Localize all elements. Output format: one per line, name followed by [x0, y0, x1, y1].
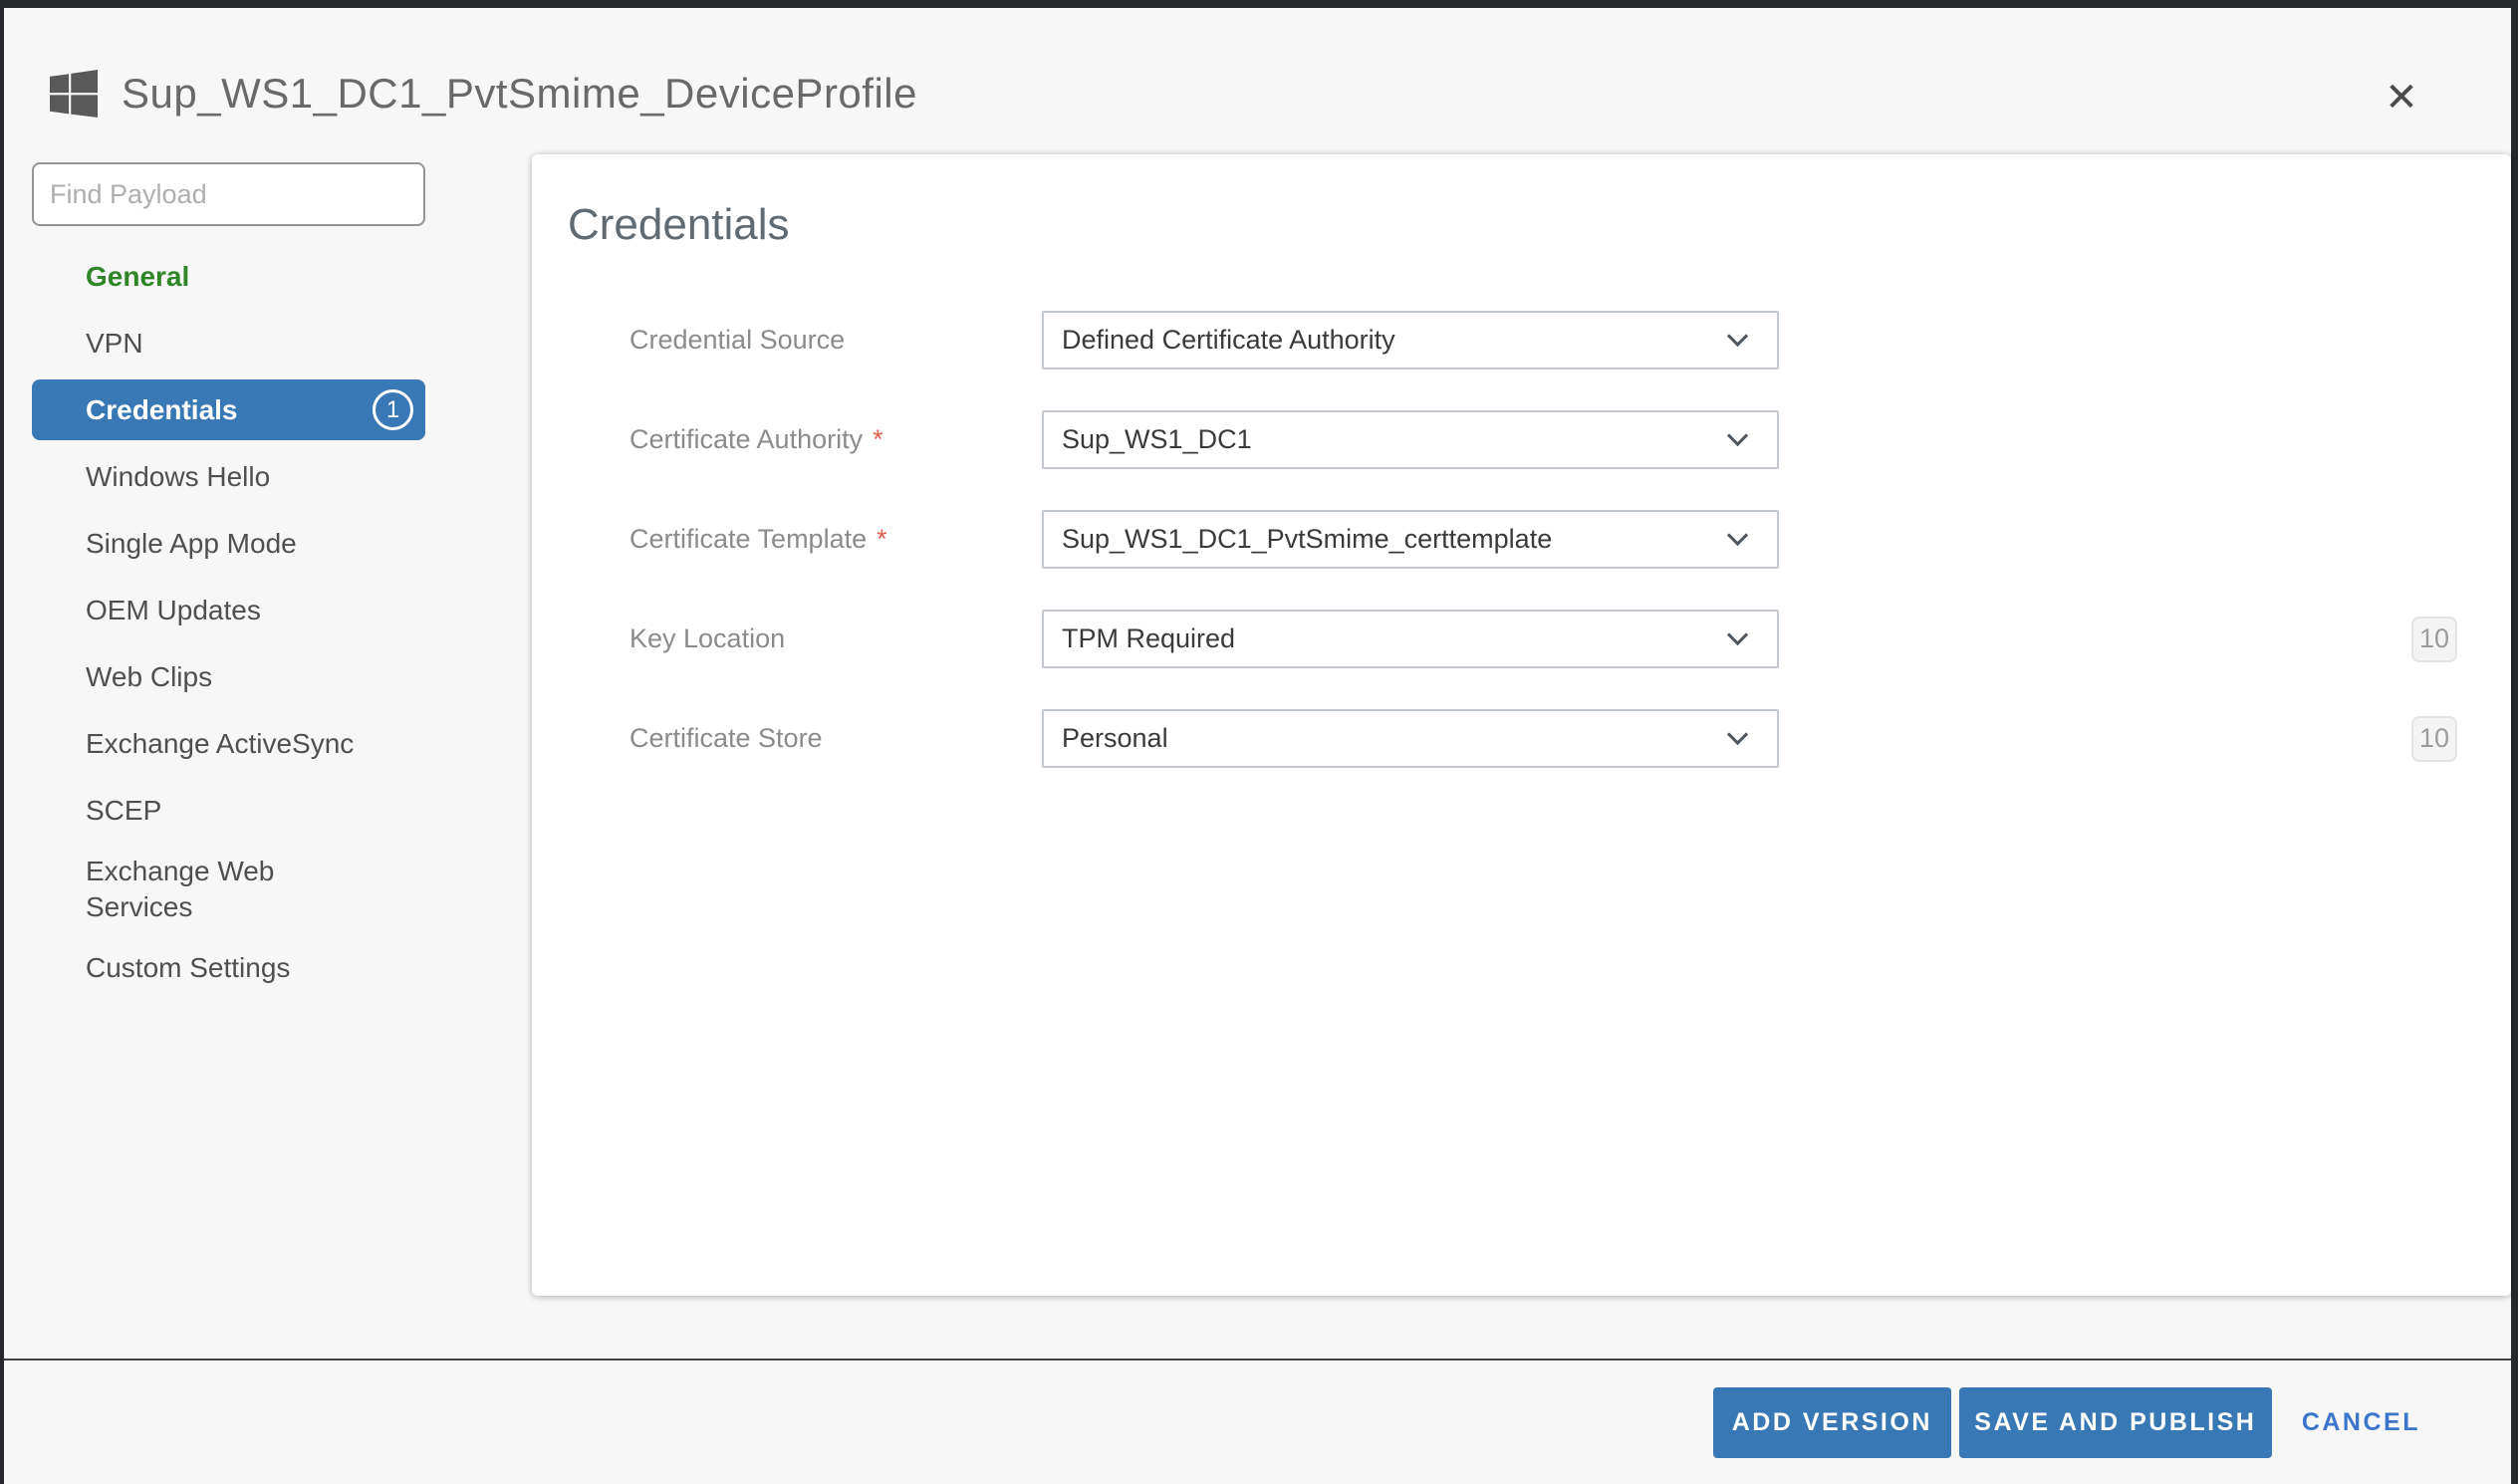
sidebar-item-vpn[interactable]: VPN: [32, 310, 425, 376]
row-counter-badge: 10: [2411, 716, 2457, 762]
sidebar-item-exchange-activesync[interactable]: Exchange ActiveSync: [32, 710, 425, 777]
close-icon[interactable]: ✕: [2378, 74, 2425, 122]
profile-dialog: Sup_WS1_DC1_PvtSmime_DeviceProfile ✕ Gen…: [4, 8, 2511, 1484]
sidebar-item-windows-hello[interactable]: Windows Hello: [32, 443, 425, 510]
certificate-store-row: Certificate Store Personal 10: [532, 709, 2511, 768]
dialog-header: Sup_WS1_DC1_PvtSmime_DeviceProfile: [50, 70, 917, 118]
certificate-authority-row: Certificate Authority* Sup_WS1_DC1: [532, 410, 2511, 469]
credentials-form: Credential Source Defined Certificate Au…: [532, 311, 2511, 809]
certificate-authority-select[interactable]: Sup_WS1_DC1: [1042, 410, 1779, 469]
sidebar-item-single-app-mode[interactable]: Single App Mode: [32, 510, 425, 577]
certificate-store-label: Certificate Store: [630, 723, 1018, 754]
dialog-footer: ADD VERSION SAVE AND PUBLISH CANCEL: [4, 1360, 2511, 1484]
panel-heading: Credentials: [568, 200, 790, 250]
row-counter-badge: 10: [2411, 617, 2457, 662]
certificate-store-select[interactable]: Personal: [1042, 709, 1779, 768]
sidebar-item-custom-settings[interactable]: Custom Settings: [32, 935, 425, 1002]
chevron-down-icon: [1727, 723, 1748, 744]
dialog-title: Sup_WS1_DC1_PvtSmime_DeviceProfile: [122, 70, 917, 118]
chevron-down-icon: [1727, 623, 1748, 644]
windows-logo-icon: [50, 70, 98, 118]
payload-sidebar: General VPN Credentials 1 Windows Hello …: [32, 162, 430, 1002]
cancel-button[interactable]: CANCEL: [2302, 1408, 2420, 1437]
certificate-template-row: Certificate Template* Sup_WS1_DC1_PvtSmi…: [532, 510, 2511, 569]
certificate-template-label: Certificate Template*: [630, 524, 1018, 555]
sidebar-item-exchange-web-services[interactable]: Exchange Web Services: [32, 844, 425, 935]
required-asterisk: *: [877, 524, 887, 554]
payload-menu: General VPN Credentials 1 Windows Hello …: [32, 243, 425, 1002]
credentials-panel: Credentials Credential Source Defined Ce…: [532, 154, 2511, 1296]
add-version-button[interactable]: ADD VERSION: [1713, 1387, 1951, 1458]
sidebar-item-oem-updates[interactable]: OEM Updates: [32, 577, 425, 643]
credential-source-select[interactable]: Defined Certificate Authority: [1042, 311, 1779, 370]
key-location-label: Key Location: [630, 623, 1018, 654]
sidebar-item-general[interactable]: General: [32, 243, 425, 310]
credential-source-row: Credential Source Defined Certificate Au…: [532, 311, 2511, 370]
chevron-down-icon: [1727, 424, 1748, 445]
sidebar-item-web-clips[interactable]: Web Clips: [32, 643, 425, 710]
sidebar-item-credentials[interactable]: Credentials 1: [32, 379, 425, 440]
chevron-down-icon: [1727, 524, 1748, 545]
save-and-publish-button[interactable]: SAVE AND PUBLISH: [1959, 1387, 2272, 1458]
required-asterisk: *: [873, 424, 883, 454]
credentials-count-badge: 1: [373, 389, 413, 430]
key-location-row: Key Location TPM Required 10: [532, 610, 2511, 668]
sidebar-item-scep[interactable]: SCEP: [32, 777, 425, 844]
find-payload-input[interactable]: [32, 162, 425, 226]
chevron-down-icon: [1727, 325, 1748, 346]
credential-source-label: Credential Source: [630, 325, 1018, 356]
screen-backdrop: Sup_WS1_DC1_PvtSmime_DeviceProfile ✕ Gen…: [0, 0, 2518, 1484]
certificate-template-select[interactable]: Sup_WS1_DC1_PvtSmime_certtemplate: [1042, 510, 1779, 569]
certificate-authority-label: Certificate Authority*: [630, 424, 1018, 455]
key-location-select[interactable]: TPM Required: [1042, 610, 1779, 668]
